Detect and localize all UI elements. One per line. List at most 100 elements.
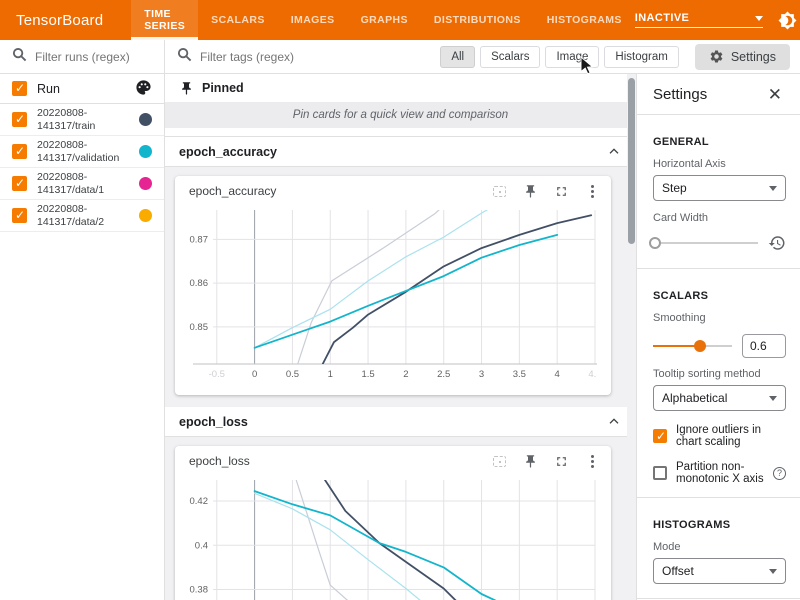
- run-row-train[interactable]: 20220808-141317/train: [0, 104, 164, 136]
- run-row-data2[interactable]: 20220808-141317/data/2: [0, 200, 164, 232]
- section-body-epoch-loss: epoch_loss 0.360.380.40.42: [165, 437, 636, 600]
- chip-scalars[interactable]: Scalars: [480, 46, 540, 68]
- svg-text:3: 3: [479, 369, 484, 380]
- pin-icon[interactable]: [519, 180, 541, 202]
- horizontal-axis-select[interactable]: Step: [653, 175, 786, 201]
- run-checkbox[interactable]: [12, 144, 27, 159]
- card-header: epoch_accuracy: [175, 176, 611, 204]
- section-header-epoch-accuracy[interactable]: epoch_accuracy: [165, 137, 636, 167]
- scalar-card-epoch-accuracy: epoch_accuracy -0.500.511.522.533.544.50…: [175, 176, 611, 395]
- tooltip-sorting-select[interactable]: Alphabetical: [653, 385, 786, 411]
- help-icon[interactable]: ?: [773, 467, 786, 480]
- tensorboard-app: TensorBoard TIME SERIES SCALARS IMAGES G…: [0, 0, 800, 600]
- partition-x-axis-row[interactable]: Partition non-monotonic X axis ?: [653, 461, 786, 485]
- smoothing-input[interactable]: 0.6: [742, 334, 786, 358]
- runs-master-checkbox[interactable]: [12, 81, 27, 96]
- svg-text:0: 0: [252, 369, 257, 380]
- chevron-up-icon: [606, 144, 622, 160]
- section-header-epoch-loss[interactable]: epoch_loss: [165, 407, 636, 437]
- tags-filter-placeholder[interactable]: Filter tags (regex): [200, 50, 435, 64]
- run-row-data1[interactable]: 20220808-141317/data/1: [0, 168, 164, 200]
- svg-text:2.5: 2.5: [437, 369, 450, 380]
- slider-knob[interactable]: [694, 340, 706, 352]
- pinned-title: Pinned: [202, 81, 244, 95]
- svg-text:0.38: 0.38: [190, 585, 209, 596]
- smoothing-slider[interactable]: [653, 339, 732, 353]
- run-name: 20220808-141317/validation: [37, 139, 134, 164]
- chevron-down-icon: [769, 569, 777, 574]
- search-icon: [177, 47, 192, 67]
- slider-knob[interactable]: [649, 237, 661, 249]
- fullscreen-icon[interactable]: [550, 180, 572, 202]
- scrollbar-thumb[interactable]: [628, 78, 635, 244]
- chip-image[interactable]: Image: [545, 46, 599, 68]
- run-name: 20220808-141317/train: [37, 107, 134, 132]
- svg-text:4.5: 4.5: [588, 369, 597, 380]
- histogram-mode-select[interactable]: Offset: [653, 558, 786, 584]
- svg-text:0.4: 0.4: [195, 540, 208, 551]
- pin-icon: [179, 81, 194, 96]
- tab-graphs[interactable]: GRAPHS: [348, 0, 421, 40]
- svg-text:0.42: 0.42: [190, 496, 209, 507]
- runs-filter-placeholder: Filter runs (regex): [35, 50, 130, 64]
- dark-mode-toggle-icon[interactable]: [778, 11, 797, 30]
- more-options-icon[interactable]: [581, 450, 603, 472]
- svg-text:0.85: 0.85: [190, 322, 209, 333]
- cards-scroll-area: Pinned Pin cards for a quick view and co…: [165, 74, 636, 600]
- svg-text:0.86: 0.86: [190, 278, 209, 289]
- run-name: 20220808-141317/data/2: [37, 203, 134, 228]
- pin-icon[interactable]: [519, 450, 541, 472]
- pinned-empty-message: Pin cards for a quick view and compariso…: [165, 102, 636, 128]
- chart-area[interactable]: 0.360.380.40.42: [175, 474, 611, 600]
- fullscreen-icon[interactable]: [550, 450, 572, 472]
- run-color-dot: [139, 145, 152, 158]
- reset-icon[interactable]: [768, 234, 786, 252]
- content-row: Pinned Pin cards for a quick view and co…: [165, 74, 800, 600]
- tab-images[interactable]: IMAGES: [278, 0, 348, 40]
- close-icon[interactable]: ✕: [764, 84, 786, 105]
- card-width-slider[interactable]: [653, 236, 758, 250]
- card-actions: [488, 450, 603, 472]
- svg-text:1: 1: [328, 369, 333, 380]
- pinned-section-header: Pinned: [165, 74, 636, 102]
- tab-scalars[interactable]: SCALARS: [198, 0, 278, 40]
- palette-icon[interactable]: [135, 79, 152, 99]
- chip-histogram[interactable]: Histogram: [604, 46, 678, 68]
- run-name: 20220808-141317/data/1: [37, 171, 134, 196]
- partition-x-axis-checkbox[interactable]: [653, 466, 667, 480]
- run-checkbox[interactable]: [12, 176, 27, 191]
- tag-filter-bar: Filter tags (regex) All Scalars Image Hi…: [165, 40, 800, 74]
- svg-text:3.5: 3.5: [513, 369, 526, 380]
- run-row-validation[interactable]: 20220808-141317/validation: [0, 136, 164, 168]
- svg-text:0.87: 0.87: [190, 234, 209, 245]
- more-options-icon[interactable]: [581, 180, 603, 202]
- line-chart-epoch-accuracy[interactable]: -0.500.511.522.533.544.50.850.860.87: [185, 206, 597, 384]
- run-color-dot: [139, 113, 152, 126]
- reload-status-dropdown[interactable]: INACTIVE: [635, 12, 763, 28]
- header-actions: INACTIVE ?: [635, 0, 800, 40]
- runs-filter-input[interactable]: Filter runs (regex): [0, 40, 164, 74]
- chart-area[interactable]: -0.500.511.522.533.544.50.850.860.87: [175, 204, 611, 395]
- chevron-down-icon: [769, 396, 777, 401]
- ignore-outliers-row[interactable]: Ignore outliers in chart scaling: [653, 424, 786, 448]
- settings-section-general: GENERAL Horizontal Axis Step Card Width: [653, 125, 786, 268]
- run-checkbox[interactable]: [12, 208, 27, 223]
- tab-histograms[interactable]: HISTOGRAMS: [534, 0, 635, 40]
- svg-text:1.5: 1.5: [361, 369, 374, 380]
- chip-all[interactable]: All: [440, 46, 475, 68]
- tab-time-series[interactable]: TIME SERIES: [131, 0, 198, 40]
- settings-button[interactable]: Settings: [695, 44, 790, 70]
- scrollbar-track[interactable]: [627, 74, 636, 600]
- main-nav-tabs: TIME SERIES SCALARS IMAGES GRAPHS DISTRI…: [131, 0, 635, 40]
- settings-title: Settings: [653, 86, 707, 103]
- fit-to-domain-icon[interactable]: [488, 180, 510, 202]
- tab-distributions[interactable]: DISTRIBUTIONS: [421, 0, 534, 40]
- line-chart-epoch-loss[interactable]: 0.360.380.40.42: [185, 476, 597, 600]
- run-checkbox[interactable]: [12, 112, 27, 127]
- runs-sidebar: Filter runs (regex) Run 20220808-141317/…: [0, 40, 165, 600]
- ignore-outliers-checkbox[interactable]: [653, 429, 667, 443]
- fit-to-domain-icon[interactable]: [488, 450, 510, 472]
- chevron-down-icon: [769, 186, 777, 191]
- runs-column-header: Run: [37, 82, 60, 96]
- section-body-epoch-accuracy: epoch_accuracy -0.500.511.522.533.544.50…: [165, 167, 636, 407]
